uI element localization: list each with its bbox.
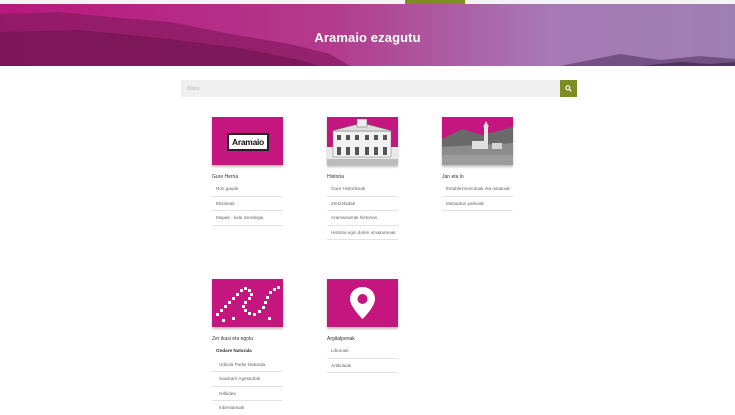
card-title[interactable]: Gure Herria <box>212 174 284 180</box>
hero-banner: Aramaio ezagutu <box>0 4 735 66</box>
search-input[interactable] <box>181 80 560 97</box>
link-historia-emakumeak[interactable]: Historia egin duten emakumeak <box>327 226 398 240</box>
card-title[interactable]: Argitalpenak <box>327 336 399 342</box>
link-aramaioarrak-historian[interactable]: Aramaioarrak historian <box>327 211 398 226</box>
search-icon <box>565 85 572 92</box>
card-image[interactable] <box>442 117 513 165</box>
dotted-trail-icon <box>216 286 280 322</box>
link-urkiola[interactable]: Urkiola Parke Naturala <box>212 358 283 372</box>
link-mapak[interactable]: Mapak - kale izendegia <box>212 211 283 226</box>
map-pin-icon <box>350 287 375 319</box>
card-historia: Historia Gure Historikoak Zertzeladak Ar… <box>327 117 399 240</box>
card-zer-ikusi: Zer ikusi eta egotu Ondare Naturala Urki… <box>212 279 284 415</box>
link-liburuak[interactable]: Liburuak <box>327 344 398 359</box>
link-inbentarioak[interactable]: Inbentarioak <box>212 401 283 415</box>
card-jan-eta-lo: Jan eta lo Establezimenduak eta ostatuak… <box>442 117 514 211</box>
link-elizateak[interactable]: Elizateak <box>212 197 283 211</box>
town-sign-text: Aramaio <box>232 137 264 147</box>
card-title[interactable]: Zer ikusi eta egotu <box>212 336 284 342</box>
card-argitalpenak: Argitalpenak Liburuak Artikuluak <box>327 279 399 373</box>
search-button[interactable] <box>560 80 577 97</box>
card-image[interactable] <box>327 279 398 327</box>
link-zertzeladak[interactable]: Zertzeladak <box>327 197 398 211</box>
town-sign-image: Aramaio <box>227 133 269 151</box>
card-image[interactable]: Aramaio <box>212 117 283 165</box>
village-landscape-image <box>442 117 513 165</box>
link-saiobarri[interactable]: Saiobarri Agestorlak <box>212 372 283 387</box>
link-ondare-naturala[interactable]: Ondare Naturala <box>212 344 283 358</box>
link-isilbidea[interactable]: Isilbidea <box>212 387 283 401</box>
page-title: Aramaio ezagutu <box>314 30 421 45</box>
card-title[interactable]: Jan eta lo <box>442 174 514 180</box>
link-artikuluak[interactable]: Artikuluak <box>327 359 398 373</box>
search-bar <box>181 80 577 97</box>
link-non-gaude[interactable]: Non gaude <box>212 182 283 197</box>
link-establezimenduak[interactable]: Establezimenduak eta ostatuak <box>442 182 513 197</box>
link-gure-historikoak[interactable]: Gure Historikoak <box>327 182 398 197</box>
card-image[interactable] <box>327 117 398 165</box>
card-title[interactable]: Historia <box>327 174 399 180</box>
card-image[interactable] <box>212 279 283 327</box>
card-gure-herria: Aramaio Gure Herria Non gaude Elizateak … <box>212 117 284 226</box>
historic-building-image <box>327 118 398 165</box>
link-mahaidun-parkeak[interactable]: Mahaidun parkeak <box>442 197 513 211</box>
